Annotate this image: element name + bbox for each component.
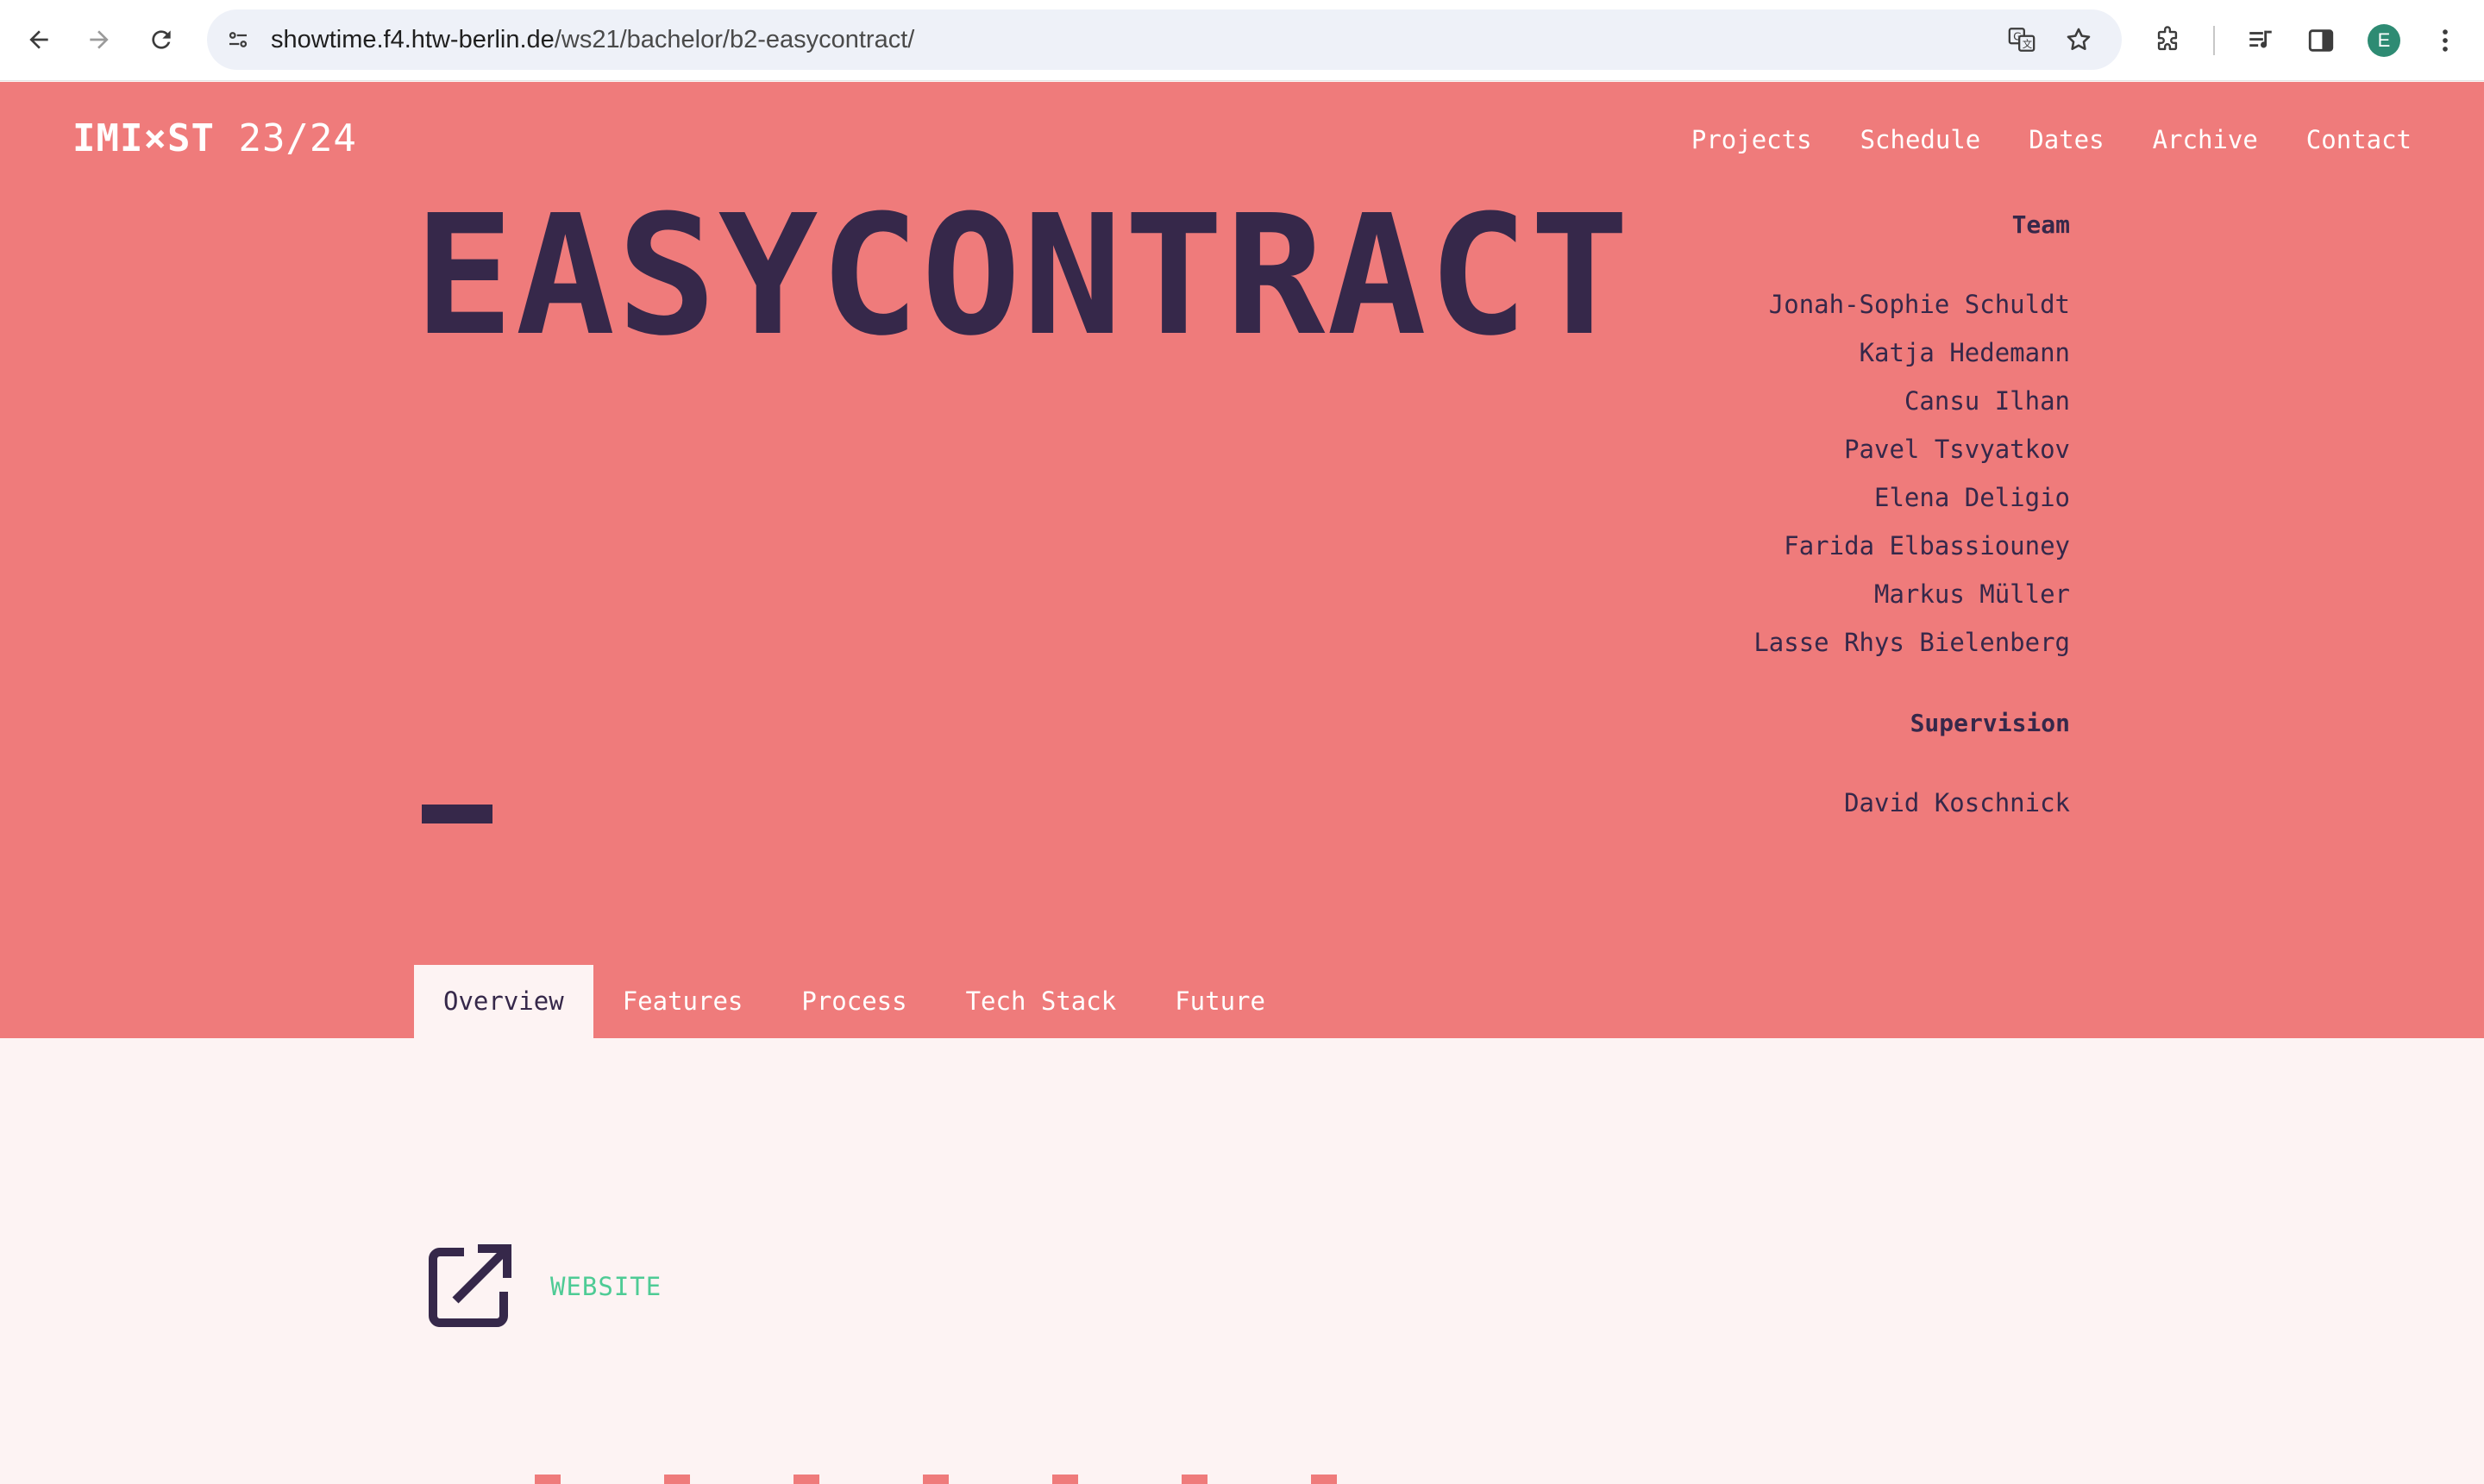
heading-fragment [923, 1475, 949, 1484]
heading-fragment [794, 1475, 819, 1484]
url-text[interactable]: showtime.f4.htw-berlin.de/ws21/bachelor/… [271, 9, 914, 70]
media-controls-button[interactable] [2241, 21, 2280, 60]
nav-archive[interactable]: Archive [2153, 125, 2258, 154]
heading-fragment [1052, 1475, 1078, 1484]
more-menu-button[interactable] [2425, 21, 2465, 60]
main-navigation: Projects Schedule Dates Archive Contact [1691, 125, 2412, 154]
nav-schedule[interactable]: Schedule [1860, 125, 1981, 154]
tab-process[interactable]: Process [772, 965, 936, 1038]
url-host: showtime.f4.htw-berlin.de [271, 26, 555, 53]
team-member: Pavel Tsvyatkov [1844, 435, 2070, 464]
nav-dates[interactable]: Dates [2029, 125, 2104, 154]
tab-features[interactable]: Features [593, 965, 773, 1038]
forward-button[interactable] [79, 20, 119, 59]
bookmark-star-icon [2067, 28, 2091, 51]
project-tabs: Overview Features Process Tech Stack Fut… [414, 965, 1295, 1038]
toolbar-divider [2213, 26, 2215, 55]
extensions-button[interactable] [2148, 21, 2187, 60]
website-link[interactable]: WEBSITE [426, 1243, 662, 1330]
external-link-icon [429, 1244, 511, 1327]
project-hero: IMI×ST 23/24 Projects Schedule Dates Arc… [0, 82, 2484, 1038]
extensions-icon [2157, 26, 2178, 51]
heading-fragment [535, 1475, 561, 1484]
site-logo[interactable]: IMI×ST 23/24 [72, 116, 357, 160]
supervisor-list: David Koschnick [1466, 779, 2070, 827]
back-arrow-icon [29, 30, 48, 49]
translate-icon: G 文 [2008, 28, 2036, 52]
project-content: WEBSITE [0, 1038, 2484, 1484]
logo-wordmark: IMI×ST [72, 116, 215, 160]
reload-icon [152, 30, 171, 49]
profile-avatar[interactable]: E [2368, 24, 2400, 57]
back-button[interactable] [19, 20, 59, 59]
tab-overview[interactable]: Overview [414, 965, 593, 1038]
supervision-heading: Supervision [1910, 709, 2070, 737]
forward-arrow-icon [90, 30, 109, 49]
heading-fragment [664, 1475, 690, 1484]
site-settings-button[interactable] [219, 21, 257, 59]
website-link-label: WEBSITE [550, 1272, 662, 1301]
nav-contact[interactable]: Contact [2306, 125, 2412, 154]
team-list: Jonah-Sophie Schuldt Katja Hedemann Cans… [1466, 280, 2070, 667]
media-controls-icon [2249, 30, 2272, 48]
project-credits: Team Jonah-Sophie Schuldt Katja Hedemann… [1466, 201, 2070, 827]
reload-button[interactable] [141, 20, 181, 59]
translate-button[interactable]: G 文 [2004, 22, 2039, 57]
heading-fragment [1182, 1475, 1208, 1484]
browser-toolbar: showtime.f4.htw-berlin.de/ws21/bachelor/… [0, 0, 2484, 81]
side-panel-icon [2308, 29, 2334, 52]
side-panel-button[interactable] [2301, 21, 2341, 60]
team-member: Farida Elbassiouney [1784, 531, 2070, 560]
supervisor: David Koschnick [1844, 788, 2070, 817]
bookmark-button[interactable] [2061, 22, 2096, 57]
team-member: Jonah-Sophie Schuldt [1768, 290, 2070, 319]
title-underline-dash [422, 805, 492, 823]
team-member: Cansu Ilhan [1904, 386, 2070, 416]
project-title: EASYCONTRACT [414, 180, 1632, 373]
team-heading: Team [2011, 210, 2070, 239]
heading-fragment [1311, 1475, 1337, 1484]
more-menu-icon [2443, 29, 2448, 52]
team-member: Lasse Rhys Bielenberg [1753, 628, 2070, 657]
tab-tech-stack[interactable]: Tech Stack [937, 965, 1146, 1038]
team-member: Katja Hedemann [1859, 338, 2070, 367]
tab-future[interactable]: Future [1145, 965, 1295, 1038]
logo-year: 23/24 [238, 116, 357, 160]
team-member: Elena Deligio [1874, 483, 2070, 512]
team-member: Markus Müller [1874, 579, 2070, 609]
site-settings-icon [229, 32, 248, 47]
address-bar[interactable]: showtime.f4.htw-berlin.de/ws21/bachelor/… [207, 9, 2122, 70]
url-path: /ws21/bachelor/b2-easycontract/ [554, 26, 915, 53]
svg-text:文: 文 [2023, 38, 2032, 50]
next-section-heading-edge [535, 1475, 1337, 1484]
nav-projects[interactable]: Projects [1691, 125, 1812, 154]
